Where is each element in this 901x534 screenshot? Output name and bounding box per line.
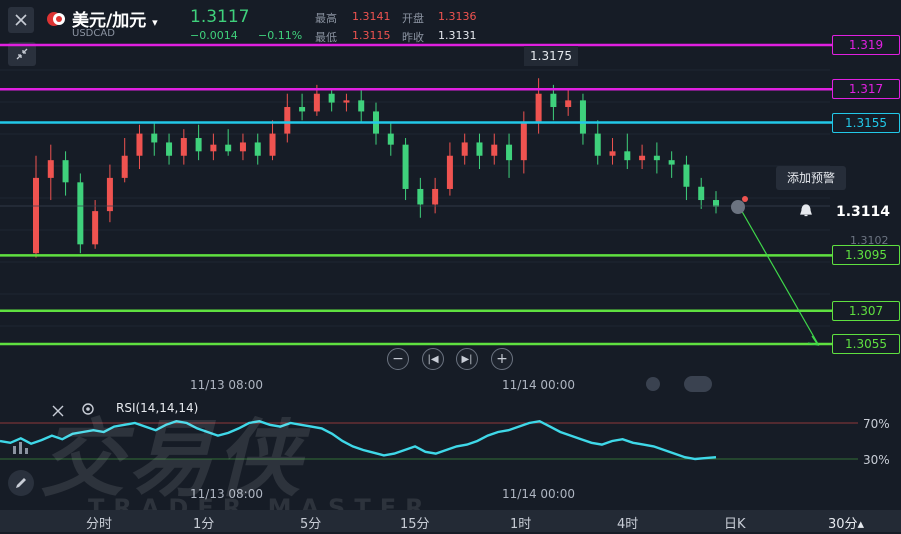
peak-label: 1.3175 [524, 46, 578, 66]
time-label-a: 11/13 08:00 [190, 378, 263, 392]
tab-1[interactable]: 1分 [193, 513, 214, 532]
tab-2[interactable]: 5分 [300, 513, 321, 532]
scroll-end-button[interactable]: ▶| [456, 348, 478, 370]
candle-body [62, 160, 69, 183]
scroll-start-button[interactable]: |◀ [422, 348, 444, 370]
time-label-b: 11/14 00:00 [502, 378, 575, 392]
candle-body [328, 93, 335, 103]
level-label: 1.3155 [832, 112, 900, 133]
candle-body [550, 93, 557, 108]
rsi-70-label: 70% [863, 417, 890, 431]
candle-body [565, 100, 572, 108]
tab-6[interactable]: 日K [724, 513, 746, 532]
level-lines [0, 43, 832, 346]
tab-0[interactable]: 分时 [86, 513, 112, 532]
draw-button[interactable] [8, 470, 34, 496]
candle-body [387, 133, 394, 145]
alert-marker-icon[interactable] [731, 200, 745, 214]
candle-body [476, 142, 483, 156]
candle-body [358, 100, 365, 112]
level-label: 1.307 [832, 300, 900, 321]
candle-body [180, 138, 187, 156]
timeframe-tabbar [0, 510, 901, 532]
tab-5[interactable]: 4时 [617, 513, 638, 532]
dual-indicator-icon[interactable] [684, 376, 712, 392]
candle-body [402, 144, 409, 189]
candle-body [432, 188, 439, 205]
level-label: 1.3055 [832, 334, 900, 354]
tab-4[interactable]: 1时 [510, 513, 531, 532]
candle-body [520, 122, 527, 161]
current-price-label: 1.3114 [836, 204, 891, 220]
candle-body [535, 93, 542, 123]
alert-dot [742, 196, 748, 202]
candle-body [254, 142, 261, 156]
candle-body [195, 138, 202, 152]
rsi-time-label-b: 11/14 00:00 [502, 487, 575, 501]
candle-body [698, 186, 705, 201]
chart-app: 美元/加元 ▾ USDCAD 1.3117 −0.0014 −0.11% 最高 … [0, 0, 901, 532]
axis-price-label: 1.3102 [850, 234, 889, 247]
chart-grid [0, 69, 830, 327]
candle-body [668, 160, 675, 165]
candle-body [683, 164, 690, 187]
candle-body [579, 100, 586, 134]
candle-body [121, 155, 128, 178]
add-alert-button[interactable]: 添加预警 [776, 166, 846, 190]
candle-body [33, 177, 39, 254]
candle-body [210, 144, 217, 152]
zoom-in-button[interactable]: + [491, 348, 513, 370]
minus-icon: − [392, 351, 404, 367]
candle-body [343, 100, 350, 103]
bar-tool-icon[interactable] [10, 437, 30, 461]
candle-body [491, 144, 498, 156]
candles [33, 78, 719, 258]
candle-body [446, 155, 453, 189]
candle-body [47, 160, 54, 178]
tab-7[interactable]: 30分▴ [828, 513, 864, 532]
level-label: 1.317 [832, 79, 900, 100]
candle-body [284, 107, 291, 134]
candle-body [151, 133, 158, 143]
candle-body [417, 188, 424, 205]
forecast-arrow [739, 207, 819, 345]
pencil-icon [16, 478, 26, 488]
skip-forward-icon: ▶| [461, 353, 473, 365]
rsi-30-label: 30% [863, 453, 890, 467]
candle-body [299, 107, 306, 112]
indicator-toggle-icon[interactable] [646, 377, 660, 391]
candle-body [653, 155, 660, 161]
candle-body [269, 133, 276, 156]
candle-body [225, 144, 232, 152]
candle-body [506, 144, 513, 161]
candle-body [92, 211, 99, 245]
plus-icon: + [496, 351, 508, 367]
skip-back-icon: |◀ [427, 353, 439, 365]
candle-body [594, 133, 601, 156]
candle-body [166, 142, 173, 156]
level-label: 1.3095 [832, 245, 900, 266]
zoom-out-button[interactable]: − [387, 348, 409, 370]
candle-body [313, 93, 320, 112]
level-label: 1.319 [832, 35, 900, 55]
bell-icon[interactable] [798, 203, 814, 223]
candle-body [639, 155, 646, 161]
candle-body [77, 182, 84, 245]
candle-body [624, 151, 631, 161]
candle-body [609, 151, 616, 156]
candle-body [136, 133, 143, 156]
candle-body [461, 142, 468, 156]
candle-body [239, 142, 246, 152]
tab-3[interactable]: 15分 [400, 513, 430, 532]
